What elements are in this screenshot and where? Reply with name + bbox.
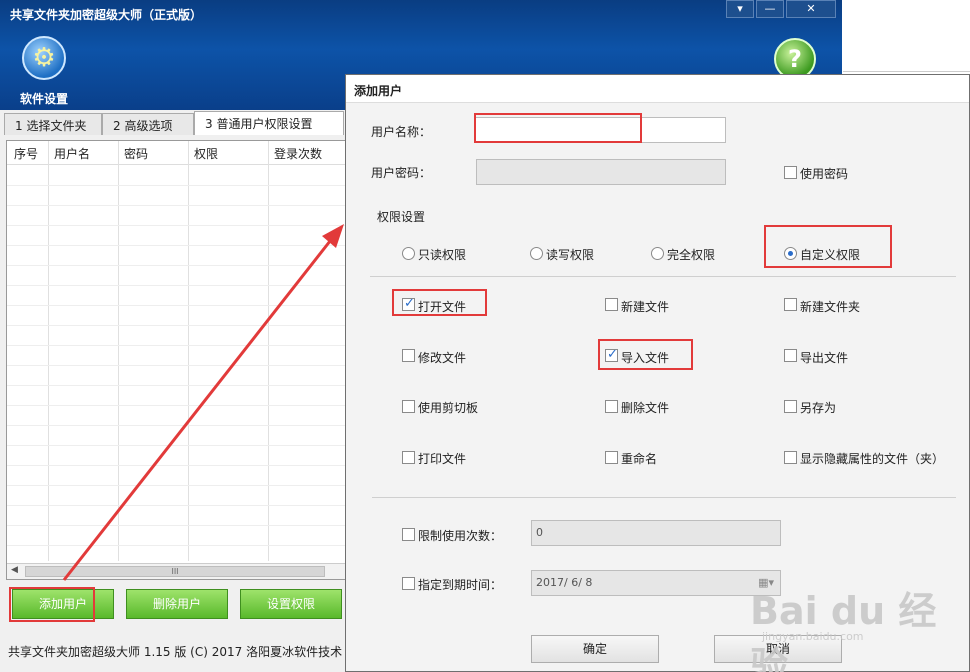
table-header: 序号 用户名 密码 权限 登录次数 (7, 141, 347, 165)
settings-label: 软件设置 (20, 92, 69, 106)
column-header-login-count[interactable]: 登录次数 (274, 145, 322, 162)
checkbox-export-file[interactable] (784, 349, 797, 362)
use-password-checkbox[interactable] (784, 166, 797, 179)
close-button[interactable]: ✕ (786, 0, 836, 18)
checkbox-show-hidden[interactable] (784, 451, 797, 464)
user-table: 序号 用户名 密码 权限 登录次数 ◀ III (6, 140, 347, 580)
checkbox-new-file[interactable] (605, 298, 618, 311)
tab-select-folder[interactable]: 1 选择文件夹 (4, 113, 102, 135)
minimize-button[interactable]: — (756, 0, 784, 18)
checkbox-modify-file[interactable] (402, 349, 415, 362)
rename-label: 重命名 (621, 452, 658, 466)
watermark-url: jingyan.baidu.com (762, 630, 864, 643)
settings-button[interactable]: ⚙ (22, 36, 66, 80)
table-row-line (7, 345, 347, 346)
radio-readwrite[interactable] (530, 247, 543, 260)
table-row-line (7, 185, 347, 186)
column-header-password[interactable]: 密码 (124, 145, 148, 162)
new-file-label: 新建文件 (621, 300, 670, 314)
scroll-left-icon[interactable]: ◀ (11, 565, 18, 575)
table-row-line (7, 545, 347, 546)
new-folder-label: 新建文件夹 (800, 300, 861, 314)
username-input[interactable] (474, 117, 726, 143)
checkbox-limit-count[interactable] (402, 528, 415, 541)
radio-full-label: 完全权限 (667, 248, 716, 262)
table-row-line (7, 225, 347, 226)
column-divider (188, 141, 189, 561)
radio-readonly-label: 只读权限 (418, 248, 467, 262)
tab-user-permissions[interactable]: 3 普通用户权限设置 (194, 111, 344, 135)
show-hidden-label: 显示隐藏属性的文件（夹） (800, 452, 945, 466)
table-row-line (7, 525, 347, 526)
use-password-label: 使用密码 (800, 167, 849, 181)
menu-button[interactable]: ▾ (726, 0, 754, 18)
radio-full[interactable] (651, 247, 664, 260)
open-file-label: 打开文件 (418, 300, 467, 314)
divider (372, 497, 956, 498)
watermark-brand: Bai du 经验 (750, 589, 937, 672)
export-file-label: 导出文件 (800, 351, 849, 365)
divider (370, 276, 956, 277)
delete-user-button[interactable]: 删除用户 (126, 589, 228, 619)
table-row-line (7, 505, 347, 506)
checkbox-open-file[interactable] (402, 296, 415, 311)
window-title: 共享文件夹加密超级大师（正式版） (10, 8, 203, 22)
table-row-line (7, 265, 347, 266)
checkbox-print-file[interactable] (402, 451, 415, 464)
password-label: 用户密码： (371, 166, 432, 180)
table-row-line (7, 325, 347, 326)
radio-readwrite-label: 读写权限 (546, 248, 595, 262)
checkbox-rename[interactable] (605, 451, 618, 464)
dialog-title: 添加用户 (346, 75, 969, 103)
table-row-line (7, 205, 347, 206)
password-input[interactable] (476, 159, 726, 185)
checkbox-delete-file[interactable] (605, 400, 618, 413)
table-row-line (7, 465, 347, 466)
column-divider (268, 141, 269, 561)
delete-file-label: 删除文件 (621, 401, 670, 415)
radio-custom-label: 自定义权限 (800, 248, 861, 262)
ok-button[interactable]: 确定 (531, 635, 659, 663)
checkbox-clipboard[interactable] (402, 400, 415, 413)
radio-custom[interactable] (784, 247, 797, 260)
limit-count-label: 限制使用次数： (418, 529, 503, 543)
table-row-line (7, 405, 347, 406)
modify-file-label: 修改文件 (418, 351, 467, 365)
column-divider (48, 141, 49, 561)
table-row-line (7, 245, 347, 246)
table-row-line (7, 365, 347, 366)
column-header-username[interactable]: 用户名 (54, 145, 90, 162)
save-as-label: 另存为 (800, 401, 837, 415)
clipboard-label: 使用剪切板 (418, 401, 479, 415)
table-row-line (7, 285, 347, 286)
baidu-watermark: Bai du 经验 jingyan.baidu.com (748, 580, 958, 672)
table-row-line (7, 445, 347, 446)
horizontal-scrollbar[interactable]: ◀ III (7, 563, 347, 579)
limit-count-input[interactable]: 0 (531, 520, 781, 546)
radio-readonly[interactable] (402, 247, 415, 260)
checkbox-import-file[interactable] (605, 347, 618, 362)
username-label: 用户名称： (371, 125, 432, 139)
table-row-line (7, 305, 347, 306)
add-user-button[interactable]: 添加用户 (12, 589, 114, 619)
column-header-permission[interactable]: 权限 (194, 145, 218, 162)
table-row-line (7, 425, 347, 426)
table-row-line (7, 385, 347, 386)
expire-date-picker[interactable]: 2017/ 6/ 8 ▦▾ (531, 570, 781, 596)
table-row-line (7, 485, 347, 486)
checkbox-expire-date[interactable] (402, 577, 415, 590)
print-file-label: 打印文件 (418, 452, 467, 466)
column-header-index[interactable]: 序号 (14, 145, 38, 162)
permission-group-label: 权限设置 (377, 210, 426, 224)
import-file-label: 导入文件 (621, 351, 670, 365)
expire-date-label: 指定到期时间： (418, 578, 503, 592)
background-window-strip (843, 0, 970, 72)
set-permission-button[interactable]: 设置权限 (240, 589, 342, 619)
scrollbar-thumb[interactable]: III (25, 566, 325, 577)
tab-advanced-options[interactable]: 2 高级选项 (102, 113, 194, 135)
gear-icon: ⚙ (32, 43, 56, 73)
checkbox-new-folder[interactable] (784, 298, 797, 311)
column-divider (118, 141, 119, 561)
checkbox-save-as[interactable] (784, 400, 797, 413)
